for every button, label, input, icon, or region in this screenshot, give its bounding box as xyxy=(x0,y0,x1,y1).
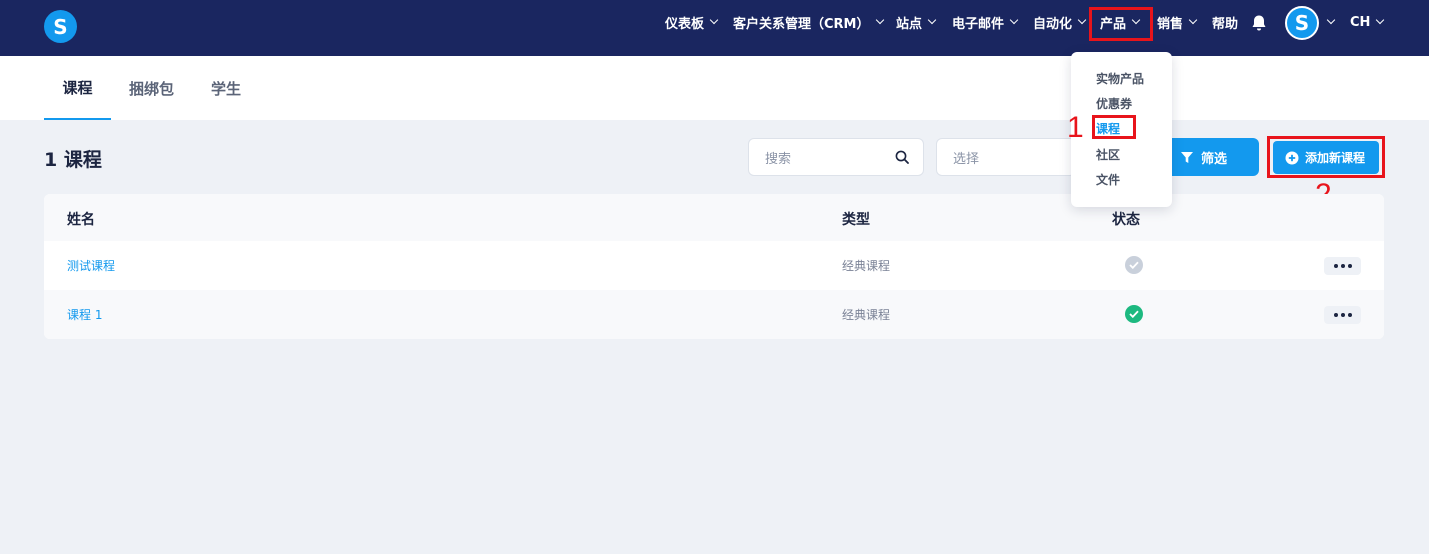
course-name-link[interactable]: 课程 1 xyxy=(67,306,102,323)
column-header-status[interactable]: 状态 xyxy=(1112,209,1140,229)
more-actions-button[interactable] xyxy=(1324,257,1361,275)
chevron-down-icon[interactable] xyxy=(1326,15,1336,25)
filter-button[interactable]: 筛选 xyxy=(1164,138,1259,176)
nav-item-email[interactable]: 电子邮件 xyxy=(952,0,1019,44)
language-switcher[interactable]: CH xyxy=(1350,0,1385,44)
menu-item-files[interactable]: 文件 xyxy=(1096,171,1120,188)
highlight-box-add-course xyxy=(1267,136,1385,178)
search-input[interactable]: 搜索 xyxy=(748,138,924,176)
tab-courses[interactable]: 课程 xyxy=(44,56,111,120)
chevron-down-icon xyxy=(875,15,884,25)
highlight-box-products xyxy=(1089,7,1153,41)
chevron-down-icon xyxy=(927,15,937,25)
chevron-down-icon xyxy=(1009,15,1019,25)
nav-item-sales[interactable]: 销售 xyxy=(1157,0,1198,44)
chevron-down-icon xyxy=(1376,15,1385,25)
nav-item-sites[interactable]: 站点 xyxy=(896,0,937,44)
chevron-down-icon xyxy=(1188,15,1198,25)
menu-item-coupons[interactable]: 优惠券 xyxy=(1096,95,1132,112)
status-check-icon xyxy=(1125,305,1143,323)
status-check-icon xyxy=(1125,256,1143,274)
table-row[interactable]: 测试课程 经典课程 xyxy=(44,241,1384,290)
highlight-box-courses xyxy=(1092,115,1136,139)
tab-bundles[interactable]: 捆绑包 xyxy=(129,56,174,120)
courses-table: 姓名 类型 状态 测试课程 经典课程 课程 1 经典课程 xyxy=(44,194,1384,339)
table-header: 姓名 类型 状态 xyxy=(44,194,1384,241)
page-title: 1 课程 xyxy=(44,149,102,171)
nav-item-automation[interactable]: 自动化 xyxy=(1033,0,1087,44)
column-header-type[interactable]: 类型 xyxy=(842,209,870,229)
course-name-link[interactable]: 测试课程 xyxy=(67,257,115,274)
chevron-down-icon xyxy=(709,15,719,25)
user-avatar[interactable]: S xyxy=(1285,6,1319,40)
tabs-bar: 课程 捆绑包 学生 xyxy=(0,56,1429,120)
more-actions-button[interactable] xyxy=(1324,306,1361,324)
table-row[interactable]: 课程 1 经典课程 xyxy=(44,290,1384,339)
menu-item-community[interactable]: 社区 xyxy=(1096,146,1120,163)
step-label-1: 1 xyxy=(1067,111,1084,144)
funnel-icon xyxy=(1181,151,1193,163)
type-select[interactable]: 选择 xyxy=(936,138,1076,176)
chevron-down-icon xyxy=(1077,15,1087,25)
column-header-name[interactable]: 姓名 xyxy=(67,209,95,229)
top-nav-bar: S 仪表板 客户关系管理（CRM） 站点 电子邮件 自动化 产品 销售 帮助 S… xyxy=(0,0,1429,56)
nav-item-help[interactable]: 帮助 xyxy=(1212,0,1238,44)
nav-item-dashboard[interactable]: 仪表板 xyxy=(665,0,719,44)
bell-icon[interactable] xyxy=(1251,14,1267,32)
course-type: 经典课程 xyxy=(842,308,891,322)
search-icon[interactable] xyxy=(895,150,909,164)
tab-students[interactable]: 学生 xyxy=(211,56,241,120)
nav-item-crm[interactable]: 客户关系管理（CRM） xyxy=(733,0,884,44)
menu-item-physical-products[interactable]: 实物产品 xyxy=(1096,70,1144,87)
course-type: 经典课程 xyxy=(842,259,891,273)
brand-logo[interactable]: S xyxy=(44,10,77,43)
